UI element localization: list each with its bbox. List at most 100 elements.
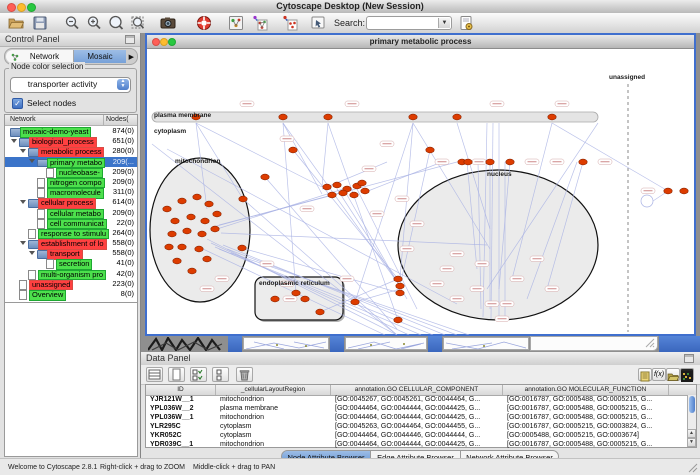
zoom-in-icon[interactable]	[86, 15, 102, 31]
tree-row-label[interactable]: Overview	[29, 290, 66, 301]
table-cell[interactable]: [GO:0016787, GO:0005488, GO:0005215, G..…	[503, 395, 669, 404]
search-input[interactable]	[369, 17, 441, 30]
network-window-zoom-button[interactable]	[168, 38, 176, 46]
network-tree-row[interactable]: establishment of lo558(0)	[5, 238, 137, 248]
table-row[interactable]: YKR052Ccytoplasm[GO:0044464, GO:0044446,…	[146, 431, 696, 440]
network-canvas[interactable]: plasma membranecytoplasmmitochondrionnuc…	[147, 49, 694, 335]
save-session-icon[interactable]	[32, 15, 48, 31]
table-row[interactable]: YDR039C__1mitochondrion[GO:0044464, GO:0…	[146, 440, 696, 449]
annotation-select-icon[interactable]	[310, 15, 326, 31]
zoom-selected-region-icon[interactable]	[130, 15, 146, 31]
table-column-header[interactable]: annotation.GO MOLECULAR_FUNCTION	[503, 385, 669, 395]
delete-attribute-icon[interactable]	[236, 367, 253, 382]
table-cell[interactable]: mitochondrion	[216, 440, 331, 449]
tab-overflow-arrow[interactable]: ▶	[129, 53, 134, 61]
zoom-fit-content-icon[interactable]	[108, 15, 124, 31]
table-row[interactable]: YPL036W__2plasma membrane[GO:0044464, GO…	[146, 404, 696, 413]
table-row[interactable]: YJR121W__1mitochondrion[GO:0045267, GO:0…	[146, 395, 696, 404]
table-cell[interactable]: [GO:0045263, GO:0044464, GO:0044455, G..…	[331, 422, 503, 431]
zoom-out-icon[interactable]	[64, 15, 80, 31]
table-cell[interactable]: YPL036W__1	[146, 413, 216, 422]
table-cell[interactable]: YJR121W__1	[146, 395, 216, 404]
resize-grip-icon[interactable]	[645, 338, 655, 348]
network-tree-row[interactable]: nucleobase-209(0)	[5, 167, 137, 177]
network-window-titlebar[interactable]: primary metabolic process	[147, 35, 694, 49]
table-cell[interactable]: [GO:0016787, GO:0005488, GO:0005215, G..…	[503, 404, 669, 413]
scroll-up-button[interactable]: ▲	[687, 429, 696, 438]
network-tree-row[interactable]: secretion41(0)	[5, 258, 137, 268]
table-cell[interactable]: mitochondrion	[216, 413, 331, 422]
network-tree-row[interactable]: Overview8(0)	[5, 289, 137, 299]
attribute-matrix-icon[interactable]	[680, 368, 694, 381]
network-tree-row[interactable]: nitrogen compo209(0)	[5, 177, 137, 187]
unselect-attributes-icon[interactable]	[212, 367, 229, 382]
close-window-button[interactable]	[7, 3, 16, 12]
network-tree-row[interactable]: unassigned223(0)	[5, 279, 137, 289]
create-attribute-icon[interactable]	[168, 367, 185, 382]
network-tree-row[interactable]: macromolecule311(0)	[5, 187, 137, 197]
duplicate-network-view-icon[interactable]	[252, 15, 268, 31]
network-tree-row[interactable]: cellular metabo209(0)	[5, 208, 137, 218]
scrollbar-thumb[interactable]	[689, 396, 695, 413]
table-row[interactable]: YPL036W__1mitochondrion[GO:0044464, GO:0…	[146, 413, 696, 422]
table-cell[interactable]: mitochondrion	[216, 395, 331, 404]
float-panel-icon[interactable]	[125, 35, 135, 44]
table-cell[interactable]: [GO:0016787, GO:0005488, GO:0005215, G..…	[503, 440, 669, 449]
tree-expand-icon[interactable]	[20, 200, 26, 204]
help-lifering-icon[interactable]	[196, 15, 212, 31]
table-cell[interactable]: YDR039C__1	[146, 440, 216, 449]
table-cell[interactable]: YKR052C	[146, 431, 216, 440]
search-dropdown-button[interactable]: ▼	[438, 18, 450, 28]
network-tree-row[interactable]: cell communicat22(0)	[5, 218, 137, 228]
table-cell[interactable]: [GO:0016787, GO:0005215, GO:0003824, G..…	[503, 422, 669, 431]
table-row[interactable]: YLR295Ccytoplasm[GO:0045263, GO:0044464,…	[146, 422, 696, 431]
show-graphics-details-icon[interactable]	[228, 15, 244, 31]
network-tree-row[interactable]: transport558(0)	[5, 248, 137, 258]
table-cell[interactable]: cytoplasm	[216, 431, 331, 440]
table-cell[interactable]: YLR295C	[146, 422, 216, 431]
attribute-batch-editor-icon[interactable]	[638, 368, 652, 381]
float-panel-icon[interactable]	[684, 354, 694, 363]
table-cell[interactable]: [GO:0016787, GO:0005488, GO:0005215, G..…	[503, 413, 669, 422]
network-tree-row[interactable]: metabolic process280(0)	[5, 146, 137, 156]
duplicate-network-view-2-icon[interactable]	[282, 15, 298, 31]
table-cell[interactable]: [GO:0044464, GO:0044444, GO:0044425, G..…	[331, 440, 503, 449]
table-column-header[interactable]: annotation.GO CELLULAR_COMPONENT	[331, 385, 503, 395]
network-tree-row[interactable]: multi-organism pro42(0)	[5, 269, 137, 279]
tree-expand-icon[interactable]	[29, 159, 35, 163]
table-cell[interactable]: [GO:0005488, GO:0005215, GO:0003674]	[503, 431, 669, 440]
node-color-dropdown[interactable]: transporter activity ▲▼	[10, 77, 131, 93]
table-cell[interactable]: YPL036W__2	[146, 404, 216, 413]
network-tree-row[interactable]: mosaic-demo-yeast874(0)	[5, 126, 137, 136]
advanced-search-icon[interactable]	[458, 15, 474, 31]
table-cell[interactable]: [GO:0044464, GO:0044446, GO:0044444, G..…	[331, 431, 503, 440]
minimize-window-button[interactable]	[17, 3, 26, 12]
tree-col-divider[interactable]	[103, 115, 104, 125]
formula-builder-icon[interactable]: f(x)	[652, 368, 666, 381]
attribute-table-icon[interactable]	[146, 367, 163, 382]
table-column-header[interactable]: _cellularLayoutRegion	[216, 385, 331, 395]
zoom-window-button[interactable]	[27, 3, 36, 12]
window-resize-grip[interactable]	[688, 463, 698, 473]
table-cell[interactable]: [GO:0044464, GO:0044444, GO:0044425, G..…	[331, 404, 503, 413]
table-column-header[interactable]: ID	[146, 385, 216, 395]
network-tree-row[interactable]: cellular process614(0)	[5, 197, 137, 207]
table-cell[interactable]: cytoplasm	[216, 422, 331, 431]
open-file-icon[interactable]	[8, 15, 24, 31]
network-tree-row[interactable]: primary metabo209(...	[5, 157, 137, 167]
select-nodes-checkbox[interactable]: ✓	[12, 98, 23, 109]
table-vertical-scrollbar[interactable]: ▲ ▼	[687, 395, 696, 447]
tree-expand-icon[interactable]	[29, 251, 35, 255]
network-window[interactable]: primary metabolic process plasma membran…	[145, 33, 696, 336]
tree-expand-icon[interactable]	[20, 149, 26, 153]
network-window-close-button[interactable]	[152, 38, 160, 46]
select-attributes-icon[interactable]	[190, 367, 207, 382]
table-cell[interactable]: plasma membrane	[216, 404, 331, 413]
table-cell[interactable]: [GO:0044464, GO:0044444, GO:0044425, G..…	[331, 413, 503, 422]
export-image-icon[interactable]	[160, 15, 176, 31]
scroll-down-button[interactable]: ▼	[687, 438, 696, 447]
tree-expand-icon[interactable]	[11, 139, 17, 143]
table-cell[interactable]: [GO:0045267, GO:0045261, GO:0044464, G..…	[331, 395, 503, 404]
network-window-minimize-button[interactable]	[160, 38, 168, 46]
import-attributes-icon[interactable]	[666, 368, 680, 381]
